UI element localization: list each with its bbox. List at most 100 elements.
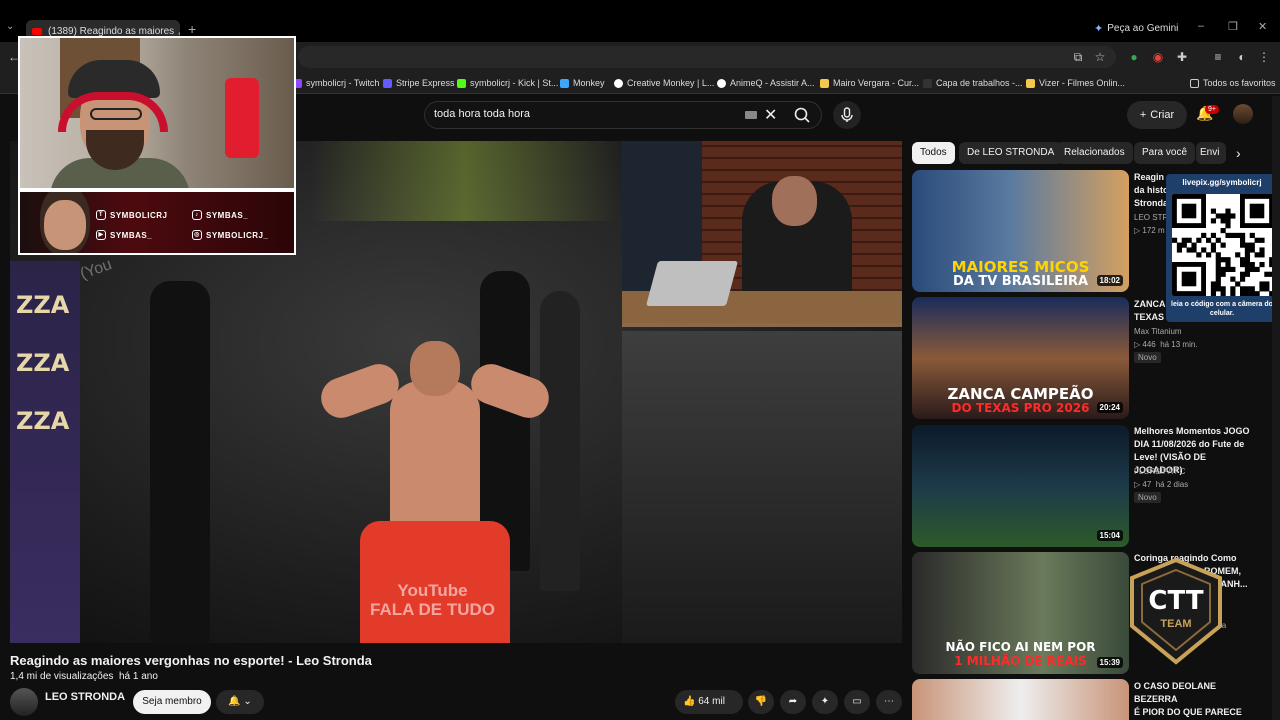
gemini-button[interactable]: ✦ Peça ao Gemini	[1094, 22, 1178, 35]
kick-icon	[457, 78, 466, 88]
create-button[interactable]: + Criar	[1127, 101, 1187, 129]
new-tab-button[interactable]: +	[188, 21, 196, 37]
social-handle: ◎ SYMBOLICRJ_	[192, 230, 268, 240]
recommendation-thumbnail[interactable]: NÃO FICO AI NEM POR 1 MILHÃO DE REAIS 15…	[912, 552, 1129, 674]
bookmark-label: Vizer - Filmes Onlin...	[1039, 78, 1125, 88]
bookmark-item[interactable]: Monkey	[560, 76, 605, 90]
duration-badge: 18:02	[1096, 275, 1123, 286]
channel-name[interactable]: LEO STRONDA	[45, 691, 125, 703]
watermark-line1: YouTube	[397, 581, 468, 600]
channel-avatar[interactable]	[10, 688, 38, 716]
microphone-icon	[841, 107, 853, 122]
view-count: 1,4 mi de visualizações	[10, 671, 114, 682]
vizer-icon	[1026, 78, 1035, 88]
notification-badge: 9+	[1205, 105, 1219, 114]
recommendation-channel: Max Titanium	[1134, 327, 1182, 336]
crowd-area	[622, 331, 902, 643]
user-avatar[interactable]	[1233, 104, 1253, 124]
bookmark-item[interactable]: Capa de trabalhos -...	[923, 76, 1023, 90]
social-label: SYMBAS_	[206, 210, 249, 220]
search-icon	[794, 107, 810, 123]
new-badge: Novo	[1134, 492, 1161, 503]
share-icon[interactable]: ➦	[780, 690, 806, 714]
bookmark-item[interactable]: Vizer - Filmes Onlin...	[1026, 76, 1125, 90]
person-silhouette	[150, 281, 210, 643]
tab-search-icon[interactable]: ⌄	[6, 21, 14, 32]
chip-related[interactable]: Relacionados	[1056, 142, 1133, 164]
bookmark-label: Creative Monkey | L...	[627, 78, 715, 88]
ctt-team-text: TEAM	[1160, 618, 1192, 630]
chip-for-you[interactable]: Para você	[1134, 142, 1196, 164]
keyboard-icon[interactable]	[745, 111, 757, 119]
social-label: SYMBOLICRJ	[110, 210, 168, 220]
voice-search-button[interactable]	[833, 101, 861, 129]
gemini-icon: ✦	[1094, 23, 1104, 35]
minimize-icon[interactable]: –	[1198, 20, 1204, 32]
extension-green-icon[interactable]: ●	[1126, 49, 1142, 65]
search-query: toda hora toda hora	[434, 108, 531, 120]
globe-icon	[614, 78, 623, 88]
close-window-icon[interactable]: ✕	[1258, 20, 1267, 33]
recommendation-thumbnail[interactable]	[912, 679, 1129, 720]
extension-red-icon[interactable]: ◉	[1150, 49, 1166, 65]
globe-icon	[717, 78, 726, 88]
instagram-icon: ◎	[192, 230, 202, 240]
reaction-inset	[622, 141, 902, 327]
chip-all[interactable]: Todos	[912, 142, 955, 164]
like-button[interactable]: 👍 64 mil	[675, 690, 743, 714]
social-handle: ♪ SYMBAS_	[192, 210, 248, 220]
chip-sent[interactable]: Envi	[1196, 142, 1226, 164]
media-controls-icon[interactable]: ≡	[1210, 49, 1226, 65]
address-bar[interactable]	[298, 46, 1116, 68]
thumbnail-text: NÃO FICO AI NEM POR	[945, 640, 1096, 654]
social-label: SYMBAS_	[110, 230, 153, 240]
recommendation-stats: ▷ 47 há 2 dias	[1134, 480, 1189, 489]
webcam-overlay	[18, 36, 296, 190]
speaker-icon[interactable]: 🔊	[178, 26, 180, 37]
social-label: SYMBOLICRJ_	[206, 230, 269, 240]
bookmark-item[interactable]: symbolicrj - Kick | St...	[457, 76, 558, 90]
maximize-icon[interactable]: ❐	[1228, 20, 1238, 33]
bookmark-label: symbolicrj - Twitch	[306, 78, 380, 88]
new-badge: Novo	[1134, 352, 1161, 363]
bookmark-item[interactable]: AnimeQ - Assistir A...	[717, 76, 815, 90]
page-icon	[923, 78, 932, 88]
profile-icon[interactable]: ◐	[1234, 49, 1250, 65]
recommendation-thumbnail[interactable]: MAIORES MICOS DA TV BRASILEIRA 18:02	[912, 170, 1129, 292]
clear-search-icon[interactable]: ✕	[764, 105, 777, 125]
chip-from-channel[interactable]: De LEO STRONDA	[959, 142, 1063, 164]
search-button[interactable]	[786, 101, 822, 129]
thumbs-up-icon: 👍	[683, 696, 696, 707]
join-button[interactable]: Seja membro	[133, 690, 211, 714]
create-label: Criar	[1150, 109, 1175, 121]
recommendation-title[interactable]: O CASO DEOLANE BEZERRA É PIOR DO QUE PARE…	[1134, 680, 1256, 719]
hype-icon[interactable]: ✦	[812, 690, 838, 714]
bookmark-star-icon[interactable]: ☆	[1092, 49, 1108, 65]
video-title: Reagindo as maiores vergonhas no esporte…	[10, 653, 372, 668]
all-bookmarks-button[interactable]: Todos os favoritos	[1190, 76, 1276, 90]
recommendation-thumbnail[interactable]: ZANCA CAMPEÃO DO TEXAS PRO 2026 20:24	[912, 297, 1129, 419]
more-actions-icon[interactable]: ⋯	[876, 690, 902, 714]
page-scrollbar[interactable]	[1272, 96, 1280, 720]
bookmark-item[interactable]: Mairo Vergara - Cur...	[820, 76, 919, 90]
install-app-icon[interactable]: ⧉	[1070, 49, 1086, 65]
stripe-icon	[383, 78, 392, 88]
recommendation-channel: FLOR&IPA FC	[1134, 467, 1186, 476]
qr-url: livepix.gg/symbolicrj	[1182, 178, 1262, 187]
bookmark-item[interactable]: Creative Monkey | L...	[614, 76, 714, 90]
chevron-right-icon[interactable]: ›	[1236, 145, 1241, 161]
social-handle: T SYMBOLICRJ	[96, 210, 167, 220]
streamer-avatar	[44, 200, 86, 250]
folder-icon	[1190, 78, 1199, 88]
subscribe-bell-button[interactable]: 🔔 ⌄	[216, 690, 264, 714]
mairo-icon	[820, 78, 829, 88]
bookmark-item[interactable]: Stripe Express	[383, 76, 455, 90]
qr-caption: leia o código com a câmera do celular.	[1171, 301, 1273, 317]
extensions-icon[interactable]: ✚	[1174, 49, 1190, 65]
save-icon[interactable]: ▭	[844, 690, 870, 714]
more-menu-icon[interactable]: ⋮	[1256, 49, 1272, 65]
recommendation-thumbnail[interactable]: 15:04	[912, 425, 1129, 547]
dislike-button[interactable]: 👎	[748, 690, 774, 714]
bookmark-label: Monkey	[573, 78, 605, 88]
bookmark-item[interactable]: symbolicrj - Twitch	[293, 76, 379, 90]
